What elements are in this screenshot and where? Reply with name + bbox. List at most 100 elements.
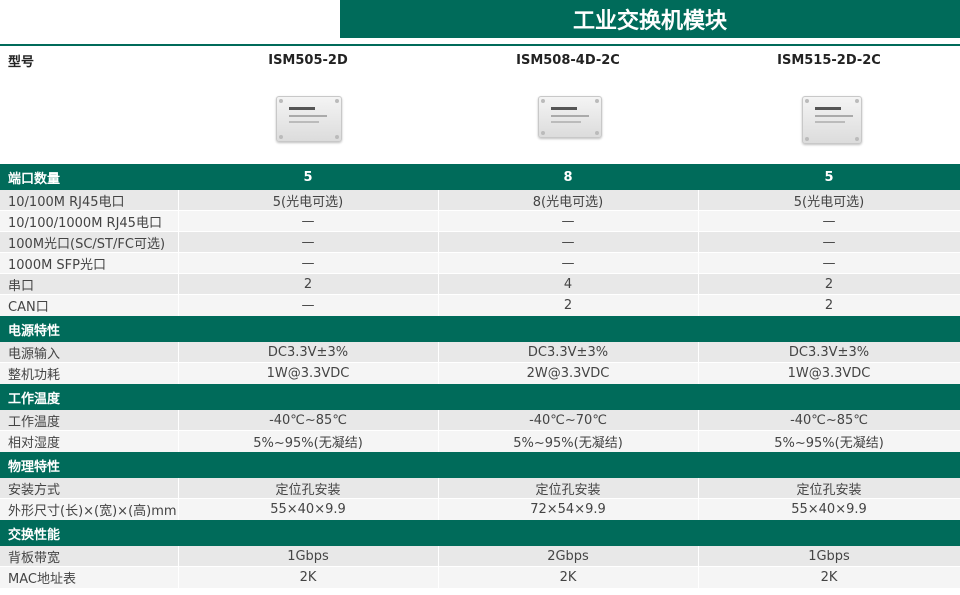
spec-label: 相对湿度: [8, 436, 61, 451]
spec-row: CAN口 — 2 2: [0, 295, 960, 316]
spec-value: -40℃~85℃: [790, 413, 868, 428]
column-divider: [438, 295, 439, 316]
column-divider: [178, 274, 179, 295]
column-divider: [438, 478, 439, 499]
column-divider: [438, 342, 439, 363]
column-divider: [698, 499, 699, 520]
section-title: 工作温度: [8, 391, 61, 407]
column-divider: [698, 295, 699, 316]
spec-row: 安装方式 定位孔安装 定位孔安装 定位孔安装: [0, 478, 960, 499]
spec-label: 安装方式: [8, 483, 61, 498]
spec-value: —: [301, 235, 315, 250]
spec-value: 2W@3.3VDC: [526, 366, 610, 381]
top-spacer: [0, 0, 340, 38]
column-divider: [438, 253, 439, 274]
spec-row: 电源输入 DC3.3V±3% DC3.3V±3% DC3.3V±3%: [0, 342, 960, 363]
spec-row: 外形尺寸(长)×(宽)×(高)mm 55×40×9.9 72×54×9.9 55×40…: [0, 499, 960, 520]
section-header: 交换性能: [0, 520, 960, 546]
section-value: [698, 384, 960, 410]
spec-value: 2K: [299, 570, 317, 585]
spec-label: 电源输入: [8, 347, 61, 362]
spec-value: —: [561, 214, 575, 229]
section-value: [698, 316, 960, 342]
column-divider: [698, 410, 699, 431]
column-divider: [698, 211, 699, 232]
section-value: 8: [563, 169, 573, 185]
spec-label: 外形尺寸(长)×(宽)×(高)mm: [8, 504, 177, 519]
spec-row: 10/100/1000M RJ45电口 — — —: [0, 211, 960, 232]
spec-value: DC3.3V±3%: [267, 345, 349, 360]
spec-value: —: [301, 298, 315, 313]
column-divider: [178, 232, 179, 253]
column-divider: [698, 232, 699, 253]
spec-value: 2Gbps: [547, 549, 589, 564]
column-divider: [178, 546, 179, 567]
spec-value: 5%~95%(无凝结): [774, 436, 884, 451]
column-divider: [178, 295, 179, 316]
column-divider: [698, 363, 699, 384]
spec-row: 工作温度 -40℃~85℃ -40℃~70℃ -40℃~85℃: [0, 410, 960, 431]
spec-value: 5%~95%(无凝结): [253, 436, 363, 451]
column-divider: [178, 190, 179, 211]
column-divider: [178, 342, 179, 363]
spec-label: 整机功耗: [8, 368, 61, 383]
spec-label: 100M光口(SC/ST/FC可选): [8, 237, 166, 252]
spec-value: 55×40×9.9: [270, 502, 346, 517]
spec-row: 10/100M RJ45电口 5(光电可选) 8(光电可选) 5(光电可选): [0, 190, 960, 211]
spec-label: 背板带宽: [8, 551, 61, 566]
column-divider: [178, 478, 179, 499]
spec-value: —: [822, 235, 836, 250]
spec-value: —: [822, 214, 836, 229]
section-header: 物理特性: [0, 452, 960, 478]
model-name-3: ISM515-2D-2C: [777, 52, 881, 68]
spec-value: 定位孔安装: [796, 483, 862, 498]
section-header: 电源特性: [0, 316, 960, 342]
section-title: 电源特性: [8, 323, 61, 339]
spec-value: 1W@3.3VDC: [787, 366, 871, 381]
section-value: 5: [824, 169, 834, 185]
model-header-row: 型号 ISM505-2D ISM508-4D-2C ISM515-2D-2C: [0, 44, 960, 76]
spec-value: 4: [563, 277, 573, 292]
spec-label: 串口: [8, 279, 35, 294]
spec-row: 整机功耗 1W@3.3VDC 2W@3.3VDC 1W@3.3VDC: [0, 363, 960, 384]
spec-row: MAC地址表 2K 2K 2K: [0, 567, 960, 588]
spec-value: 55×40×9.9: [791, 502, 867, 517]
spec-value: 定位孔安装: [275, 483, 341, 498]
spec-label: 10/100/1000M RJ45电口: [8, 216, 162, 231]
section-title: 物理特性: [8, 459, 61, 475]
column-divider: [438, 232, 439, 253]
column-divider: [178, 410, 179, 431]
spec-value: 5(光电可选): [272, 195, 344, 210]
column-divider: [698, 274, 699, 295]
spec-value: 5(光电可选): [793, 195, 865, 210]
spec-value: -40℃~70℃: [529, 413, 607, 428]
spec-value: —: [301, 214, 315, 229]
column-divider: [698, 546, 699, 567]
section-value: [438, 452, 698, 478]
spec-value: -40℃~85℃: [269, 413, 347, 428]
column-divider: [698, 253, 699, 274]
section-title: 端口数量: [8, 171, 61, 187]
product-image-ism505: [276, 96, 342, 142]
section-value: [438, 520, 698, 546]
spec-value: 72×54×9.9: [530, 502, 606, 517]
spec-value: 2: [563, 298, 573, 313]
spec-value: 2: [824, 277, 834, 292]
spec-value: 2: [303, 277, 313, 292]
spec-value: 定位孔安装: [535, 483, 601, 498]
spec-value: 1Gbps: [808, 549, 850, 564]
spec-row: 1000M SFP光口 — — —: [0, 253, 960, 274]
column-divider: [438, 410, 439, 431]
spec-value: 5%~95%(无凝结): [513, 436, 623, 451]
section-value: [438, 316, 698, 342]
spec-label: 工作温度: [8, 415, 61, 430]
spec-value: —: [301, 256, 315, 271]
spec-value: DC3.3V±3%: [788, 345, 870, 360]
column-divider: [178, 431, 179, 452]
product-image-ism508: [538, 96, 602, 138]
spec-value: 2K: [820, 570, 838, 585]
spec-value: —: [561, 235, 575, 250]
column-divider: [438, 274, 439, 295]
spec-value: 2K: [559, 570, 577, 585]
column-divider: [698, 478, 699, 499]
